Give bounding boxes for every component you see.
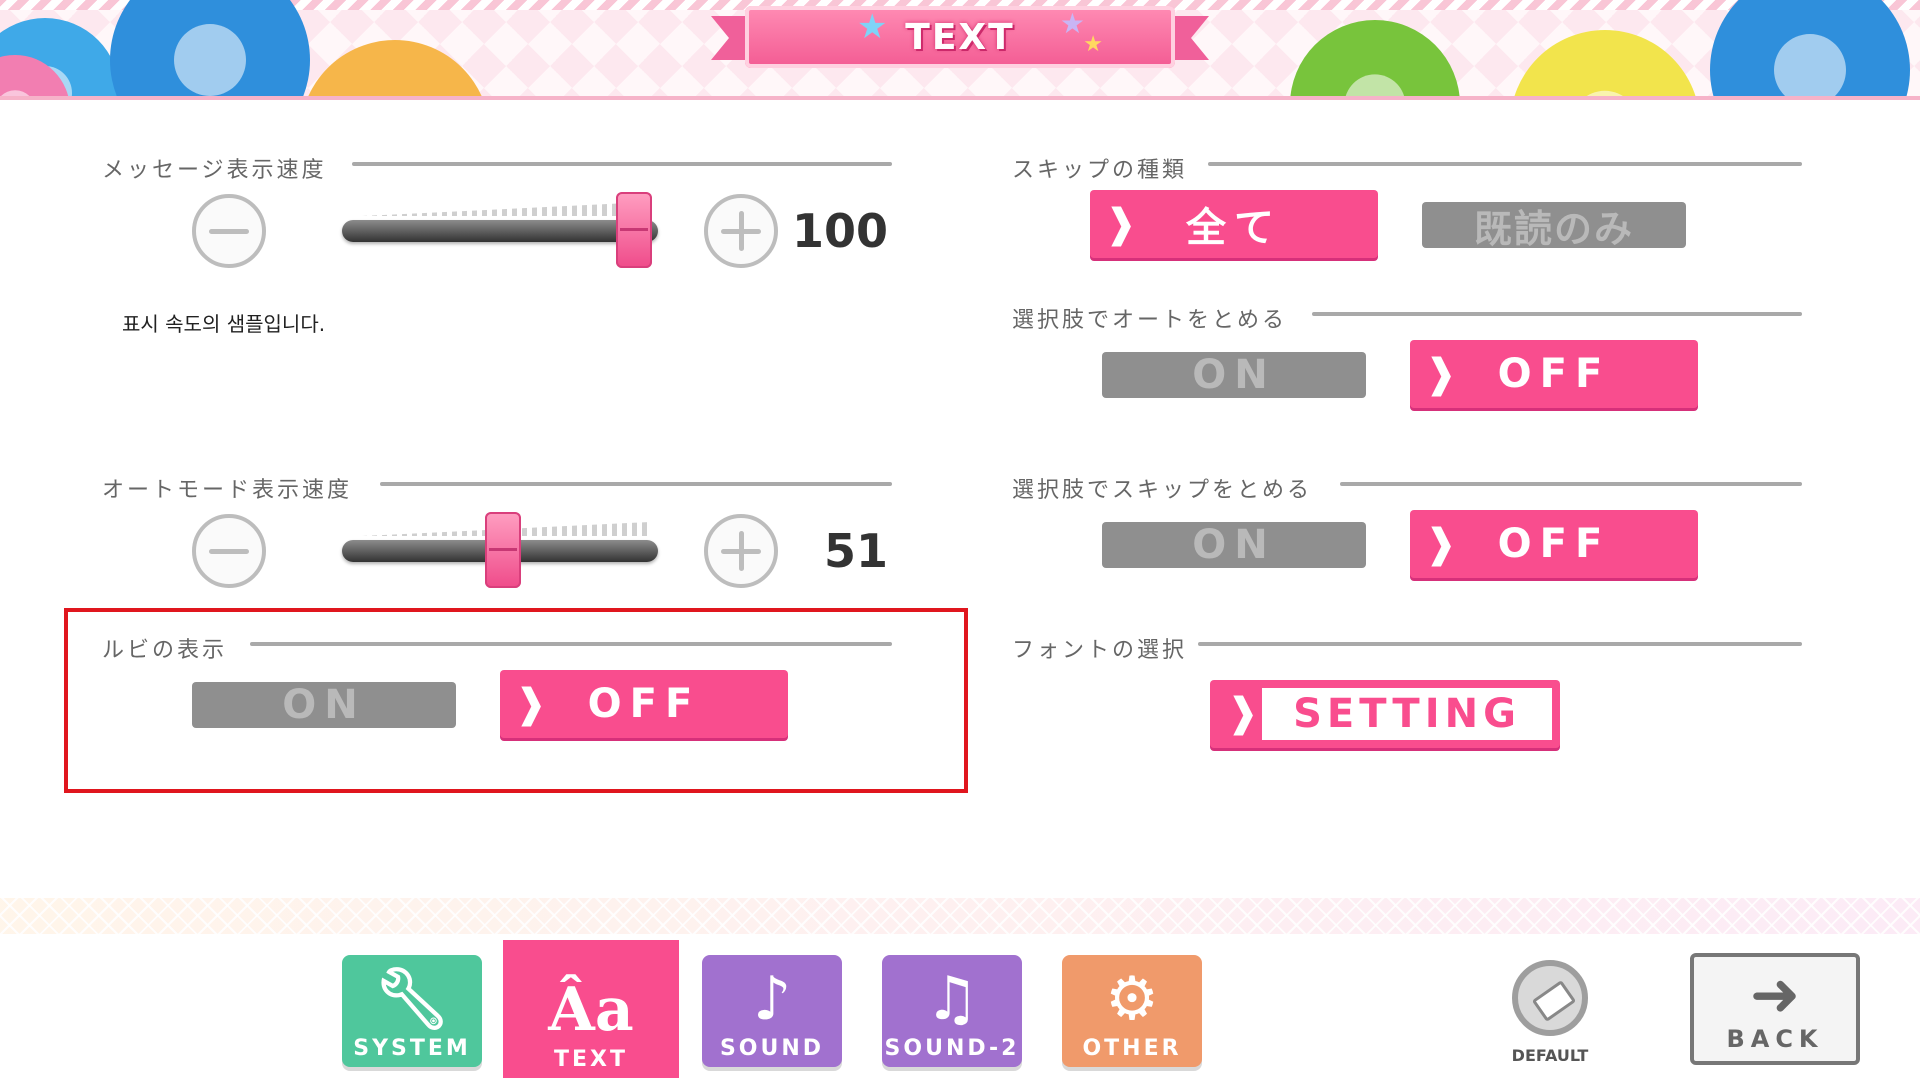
speed-sample-text: 표시 속도의 샘플입니다. (122, 312, 326, 336)
slider-ticks (362, 202, 650, 216)
slider-knob[interactable] (485, 512, 521, 588)
gear-plus-icon: ⚙ (1105, 964, 1159, 1034)
ruby-on-button[interactable]: ON (192, 682, 456, 728)
section-divider (250, 642, 892, 646)
green-gear-decoration (1290, 20, 1460, 96)
section-divider (1312, 312, 1802, 316)
tab-system[interactable]: 🔧︎ SYSTEM (342, 955, 482, 1067)
stop-auto-on-label: ON (1192, 352, 1276, 398)
auto-speed-label: オートモード表示速度 (102, 478, 353, 503)
blue-gear-decoration (1710, 0, 1910, 96)
tab-text-label: TEXT (553, 1047, 628, 1072)
default-button[interactable]: DEFAULT (1508, 960, 1592, 1070)
back-button[interactable]: ➜ BACK (1690, 953, 1860, 1065)
back-label: BACK (1726, 1025, 1824, 1053)
blue-gear-decoration (110, 0, 310, 96)
stop-auto-off-label: OFF (1497, 351, 1611, 397)
skip-all-button[interactable]: ❱ 全て (1090, 190, 1378, 258)
header-banner: ★ TEXT ★ ★ (0, 0, 1920, 100)
chevron-right-icon: ❱ (514, 681, 548, 727)
footer-decoration (0, 898, 1920, 934)
minus-icon (209, 228, 249, 234)
ruby-on-label: ON (282, 682, 366, 728)
auto-speed-decrease-button[interactable] (192, 514, 266, 588)
stop-auto-off-button[interactable]: ❱ OFF (1410, 340, 1698, 408)
plus-icon-vertical (738, 211, 744, 251)
section-divider (352, 162, 892, 166)
page-title: TEXT (905, 16, 1015, 58)
skip-type-label: スキップの種類 (1012, 158, 1188, 183)
skip-read-only-button[interactable]: 既読のみ (1422, 202, 1686, 251)
message-speed-decrease-button[interactable] (192, 194, 266, 268)
font-setting-button[interactable]: ❱ SETTING (1210, 680, 1560, 748)
orange-gear-decoration (300, 40, 490, 96)
star-icon: ★ (857, 7, 888, 47)
chevron-right-icon: ❱ (1424, 521, 1458, 567)
chevron-right-icon: ❱ (1226, 690, 1260, 736)
yellow-gear-decoration (1510, 30, 1700, 96)
ruby-off-button[interactable]: ❱ OFF (500, 670, 788, 738)
tab-system-label: SYSTEM (353, 1036, 471, 1061)
message-speed-increase-button[interactable] (704, 194, 778, 268)
message-speed-label: メッセージ表示速度 (102, 158, 327, 183)
minus-icon (209, 548, 249, 554)
tab-sound[interactable]: ♪ SOUND (702, 955, 842, 1067)
section-divider (380, 482, 892, 486)
chevron-right-icon: ❱ (1104, 201, 1138, 247)
auto-speed-increase-button[interactable] (704, 514, 778, 588)
default-label: DEFAULT (1511, 1046, 1589, 1065)
skip-all-label: 全て (1186, 205, 1282, 251)
auto-speed-value: 51 (823, 524, 888, 578)
font-setting-label: SETTING (1262, 688, 1552, 740)
eraser-icon (1512, 960, 1588, 1036)
stop-auto-label: 選択肢でオートをとめる (1012, 308, 1288, 333)
ruby-display-label: ルビの表示 (102, 638, 228, 663)
text-icon: Âa (548, 975, 634, 1045)
title-ribbon: ★ TEXT ★ ★ (711, 6, 1209, 68)
tab-sound-2-label: SOUND-2 (884, 1036, 1020, 1061)
font-select-label: フォントの選択 (1012, 638, 1188, 663)
star-icon: ★ (1059, 7, 1085, 40)
chevron-right-icon: ❱ (1424, 351, 1458, 397)
stop-skip-label: 選択肢でスキップをとめる (1012, 478, 1313, 503)
wrench-icon: 🔧︎ (373, 964, 451, 1034)
ruby-off-label: OFF (587, 681, 701, 727)
section-divider (1198, 642, 1802, 646)
tab-other-label: OTHER (1082, 1036, 1182, 1061)
tab-sound-label: SOUND (719, 1036, 825, 1061)
skip-read-only-label: 既読のみ (1473, 206, 1634, 251)
tab-sound-2[interactable]: ♫ SOUND-2 (882, 955, 1022, 1067)
slider-track (342, 220, 658, 242)
music-note-icon: ♪ (752, 964, 792, 1034)
message-speed-value: 100 (791, 204, 888, 258)
slider-knob[interactable] (616, 192, 652, 268)
stop-skip-on-button[interactable]: ON (1102, 522, 1366, 568)
plus-icon-vertical (738, 531, 744, 571)
auto-speed-slider[interactable] (342, 512, 658, 592)
message-speed-slider[interactable] (342, 192, 658, 272)
stop-auto-on-button[interactable]: ON (1102, 352, 1366, 398)
arrow-right-icon: ➜ (1749, 960, 1801, 1030)
music-notes-icon: ♫ (925, 964, 979, 1034)
stop-skip-on-label: ON (1192, 522, 1276, 568)
tab-text[interactable]: Âa TEXT (503, 940, 679, 1078)
tab-other[interactable]: ⚙ OTHER (1062, 955, 1202, 1067)
star-icon: ★ (1083, 32, 1103, 57)
section-divider (1340, 482, 1802, 486)
stop-skip-off-button[interactable]: ❱ OFF (1410, 510, 1698, 578)
stop-skip-off-label: OFF (1497, 521, 1611, 567)
section-divider (1208, 162, 1802, 166)
